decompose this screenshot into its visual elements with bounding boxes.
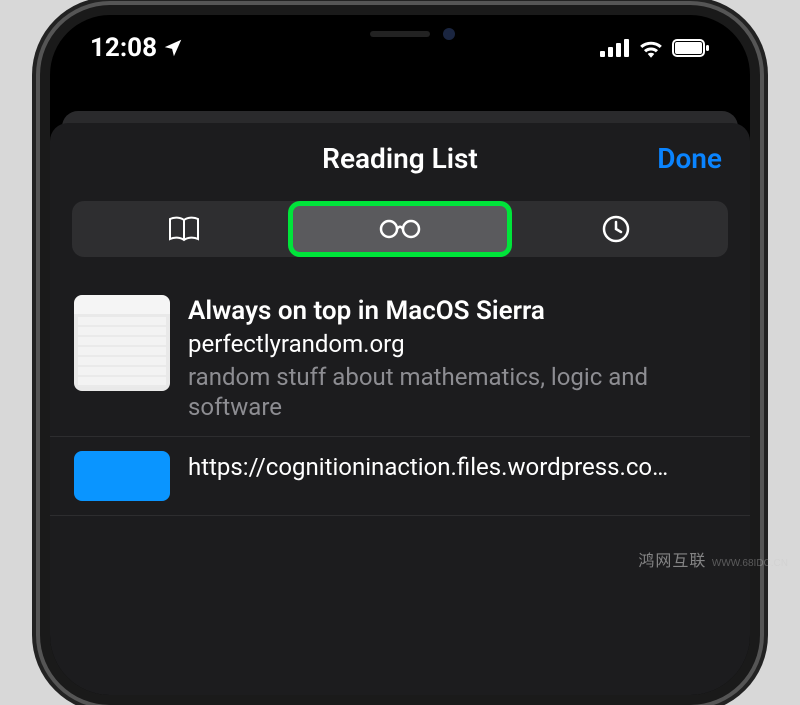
- item-text: Always on top in MacOS Sierra perfectlyr…: [188, 295, 726, 422]
- list-item[interactable]: https://cognitioninaction.files.wordpres…: [50, 437, 750, 516]
- item-description: random stuff about mathematics, logic an…: [188, 362, 726, 422]
- sheet-title: Reading List: [322, 142, 478, 175]
- item-thumbnail: [74, 451, 170, 501]
- watermark: 鸿网互联 WWW.68IDC.CN: [638, 547, 788, 571]
- segmented-control[interactable]: [72, 201, 728, 257]
- tab-history[interactable]: [508, 205, 724, 253]
- item-title: https://cognitioninaction.files.wordpres…: [188, 453, 726, 482]
- tab-reading-list[interactable]: [292, 205, 508, 253]
- item-thumbnail: [74, 295, 170, 391]
- clock-icon: [601, 214, 631, 244]
- done-button[interactable]: Done: [657, 142, 722, 175]
- item-text: https://cognitioninaction.files.wordpres…: [188, 451, 726, 501]
- battery-icon: [672, 39, 710, 57]
- status-right: [600, 38, 710, 58]
- phone-screen: 12:08: [50, 15, 750, 695]
- cellular-icon: [600, 39, 630, 57]
- glasses-icon: [377, 218, 423, 240]
- speaker-grille: [370, 31, 430, 37]
- item-domain: perfectlyrandom.org: [188, 330, 726, 359]
- status-time: 12:08: [90, 33, 157, 63]
- phone-frame: 12:08: [40, 5, 760, 705]
- list-item[interactable]: Always on top in MacOS Sierra perfectlyr…: [50, 281, 750, 437]
- wifi-icon: [638, 38, 664, 58]
- book-icon: [167, 215, 201, 243]
- status-left: 12:08: [90, 33, 184, 63]
- reading-list: Always on top in MacOS Sierra perfectlyr…: [50, 281, 750, 516]
- reading-list-sheet: Reading List Done: [50, 123, 750, 695]
- sheet-header: Reading List Done: [50, 123, 750, 193]
- location-arrow-icon: [162, 37, 184, 59]
- tab-bookmarks[interactable]: [76, 205, 292, 253]
- item-title: Always on top in MacOS Sierra: [188, 295, 726, 328]
- front-camera: [443, 28, 455, 40]
- notch: [270, 15, 530, 53]
